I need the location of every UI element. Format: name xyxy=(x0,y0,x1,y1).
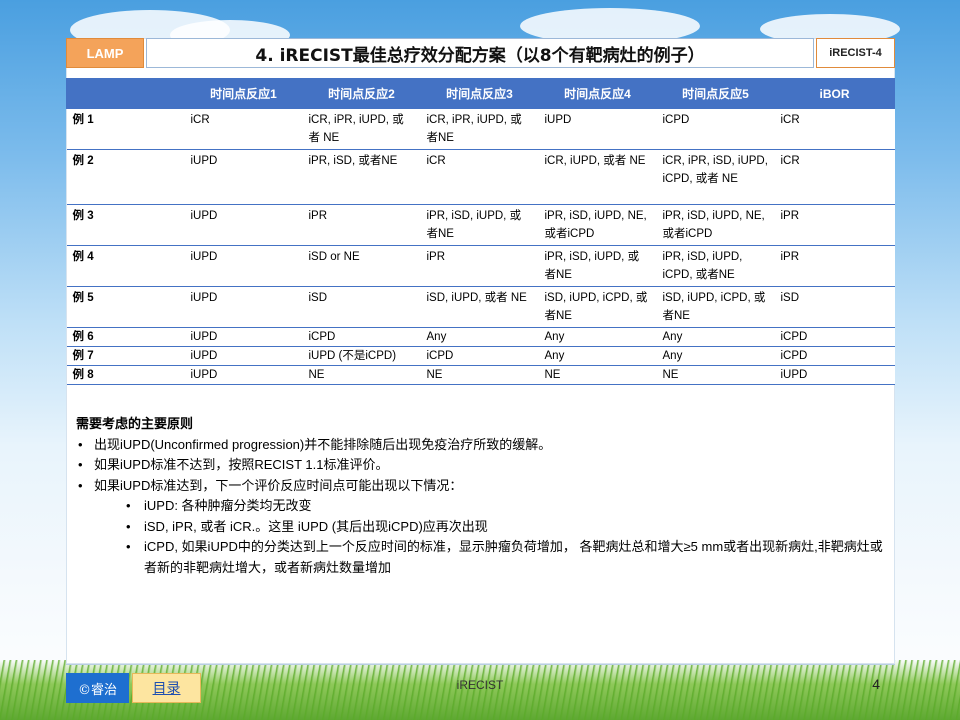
row-label: 例 2 xyxy=(66,149,185,205)
table-row: 例 3 iUPD iPR iPR, iSD, iUPD, 或者NE iPR, i… xyxy=(66,204,895,246)
row-label: 例 5 xyxy=(66,286,185,328)
table-row: 例 1 iCR iCR, iPR, iUPD, 或者 NE iCR, iPR, … xyxy=(66,108,895,150)
table-cell: NE xyxy=(538,365,657,385)
table-cell: NE xyxy=(302,365,421,385)
table-cell: iCR xyxy=(774,108,895,150)
table-cell: iCR, iUPD, 或者 NE xyxy=(538,149,657,205)
table-cell: iUPD xyxy=(184,327,303,347)
table-cell: Any xyxy=(656,346,775,366)
table-cell: iPR xyxy=(774,245,895,287)
section-tag: iRECIST-4 xyxy=(816,38,895,68)
table-row: 例 5 iUPD iSD iSD, iUPD, 或者 NE iSD, iUPD,… xyxy=(66,286,895,328)
table-cell: iUPD xyxy=(184,245,303,287)
principles-notes: 需要考虑的主要原则 出现iUPD(Unconfirmed progression… xyxy=(76,414,886,578)
table-cell: iUPD xyxy=(538,108,657,150)
table-cell: iPR, iSD, iUPD, NE, 或者iCPD xyxy=(656,204,775,246)
bullet-item: 如果iUPD标准不达到，按照RECIST 1.1标准评价。 xyxy=(76,455,886,476)
row-label: 例 6 xyxy=(66,327,185,347)
table-cell: iCR xyxy=(184,108,303,150)
table-row: 例 6 iUPD iCPD Any Any Any iCPD xyxy=(66,327,895,347)
toc-button[interactable]: 目录 xyxy=(132,673,201,703)
table-cell: iSD xyxy=(302,286,421,328)
table-cell: iUPD xyxy=(774,365,895,385)
lamp-badge: LAMP xyxy=(66,38,144,68)
table-cell: iUPD xyxy=(184,346,303,366)
table-cell: iPR xyxy=(774,204,895,246)
slide-header: LAMP 4. iRECIST最佳总疗效分配方案（以8个有靶病灶的例子） iRE… xyxy=(66,38,895,68)
table-cell: iCR, iPR, iUPD, 或者NE xyxy=(420,108,539,150)
table-cell: iCPD xyxy=(774,346,895,366)
table-cell: iPR, iSD, iUPD, 或者NE xyxy=(538,245,657,287)
sub-bullet-item: iUPD: 各种肿瘤分类均无改变 xyxy=(76,496,886,517)
column-header: 时间点反应4 xyxy=(538,78,657,109)
table-cell: iSD, iUPD, iCPD, 或者NE xyxy=(656,286,775,328)
table-cell: iPR, iSD, iUPD, iCPD, 或者NE xyxy=(656,245,775,287)
table-cell: iPR, iSD, iUPD, 或者NE xyxy=(420,204,539,246)
row-label: 例 3 xyxy=(66,204,185,246)
table-cell: iUPD (不是iCPD) xyxy=(302,346,421,366)
table-cell: iUPD xyxy=(184,286,303,328)
sub-bullet-item: iCPD, 如果iUPD中的分类达到上一个反应时间的标准，显示肿瘤负荷增加， 各… xyxy=(76,537,886,578)
row-label: 例 8 xyxy=(66,365,185,385)
sub-bullet-item: iSD, iPR, 或者 iCR.。这里 iUPD (其后出现iCPD)应再次出… xyxy=(76,517,886,538)
footer-label: iRECIST xyxy=(456,678,504,692)
row-label: 例 7 xyxy=(66,346,185,366)
table-row: 例 8 iUPD NE NE NE NE iUPD xyxy=(66,365,895,385)
page-number: 4 xyxy=(872,676,880,692)
table-cell: iCR, iPR, iUPD, 或者 NE xyxy=(302,108,421,150)
table-cell: Any xyxy=(420,327,539,347)
column-header: 时间点反应5 xyxy=(656,78,775,109)
row-label: 例 1 xyxy=(66,108,185,150)
page-title: 4. iRECIST最佳总疗效分配方案（以8个有靶病灶的例子） xyxy=(146,38,814,68)
table-cell: NE xyxy=(420,365,539,385)
table-cell: iPR, iSD, iUPD, NE, 或者iCPD xyxy=(538,204,657,246)
notes-heading: 需要考虑的主要原则 xyxy=(76,416,194,431)
column-header: 时间点反应3 xyxy=(420,78,539,109)
footer-divider xyxy=(66,664,895,665)
brand-logo: ©睿治 xyxy=(66,673,129,703)
column-header: 时间点反应1 xyxy=(184,78,303,109)
table-cell: iUPD xyxy=(184,365,303,385)
table-cell: iCR xyxy=(774,149,895,205)
table-cell: iSD xyxy=(774,286,895,328)
row-label: 例 4 xyxy=(66,245,185,287)
table-header-row: 时间点反应1 时间点反应2 时间点反应3 时间点反应4 时间点反应5 iBOR xyxy=(66,78,895,109)
table-cell: iPR xyxy=(302,204,421,246)
table-cell: iSD, iUPD, iCPD, 或者NE xyxy=(538,286,657,328)
table-cell: Any xyxy=(538,346,657,366)
table-cell: iCR, iPR, iSD, iUPD, iCPD, 或者 NE xyxy=(656,149,775,205)
table-cell: iCR xyxy=(420,149,539,205)
table-cell: iUPD xyxy=(184,204,303,246)
table-cell: Any xyxy=(656,327,775,347)
table-cell: iUPD xyxy=(184,149,303,205)
table-cell: iPR, iSD, 或者NE xyxy=(302,149,421,205)
table-cell: iCPD xyxy=(774,327,895,347)
table-row: 例 4 iUPD iSD or NE iPR iPR, iSD, iUPD, 或… xyxy=(66,245,895,287)
column-header: 时间点反应2 xyxy=(302,78,421,109)
table-cell: iCPD xyxy=(302,327,421,347)
table-cell: iPR xyxy=(420,245,539,287)
response-table: 时间点反应1 时间点反应2 时间点反应3 时间点反应4 时间点反应5 iBOR … xyxy=(66,78,895,385)
table-cell: Any xyxy=(538,327,657,347)
column-header: iBOR xyxy=(774,78,895,109)
bullet-item: 如果iUPD标准达到，下一个评价反应时间点可能出现以下情况： xyxy=(76,476,886,497)
table-cell: iSD, iUPD, 或者 NE xyxy=(420,286,539,328)
table-cell: iCPD xyxy=(420,346,539,366)
bullet-item: 出现iUPD(Unconfirmed progression)并不能排除随后出现… xyxy=(76,435,886,456)
table-cell: NE xyxy=(656,365,775,385)
table-row: 例 7 iUPD iUPD (不是iCPD) iCPD Any Any iCPD xyxy=(66,346,895,366)
column-header xyxy=(66,78,185,109)
table-cell: iCPD xyxy=(656,108,775,150)
table-row: 例 2 iUPD iPR, iSD, 或者NE iCR iCR, iUPD, 或… xyxy=(66,149,895,205)
table-cell: iSD or NE xyxy=(302,245,421,287)
